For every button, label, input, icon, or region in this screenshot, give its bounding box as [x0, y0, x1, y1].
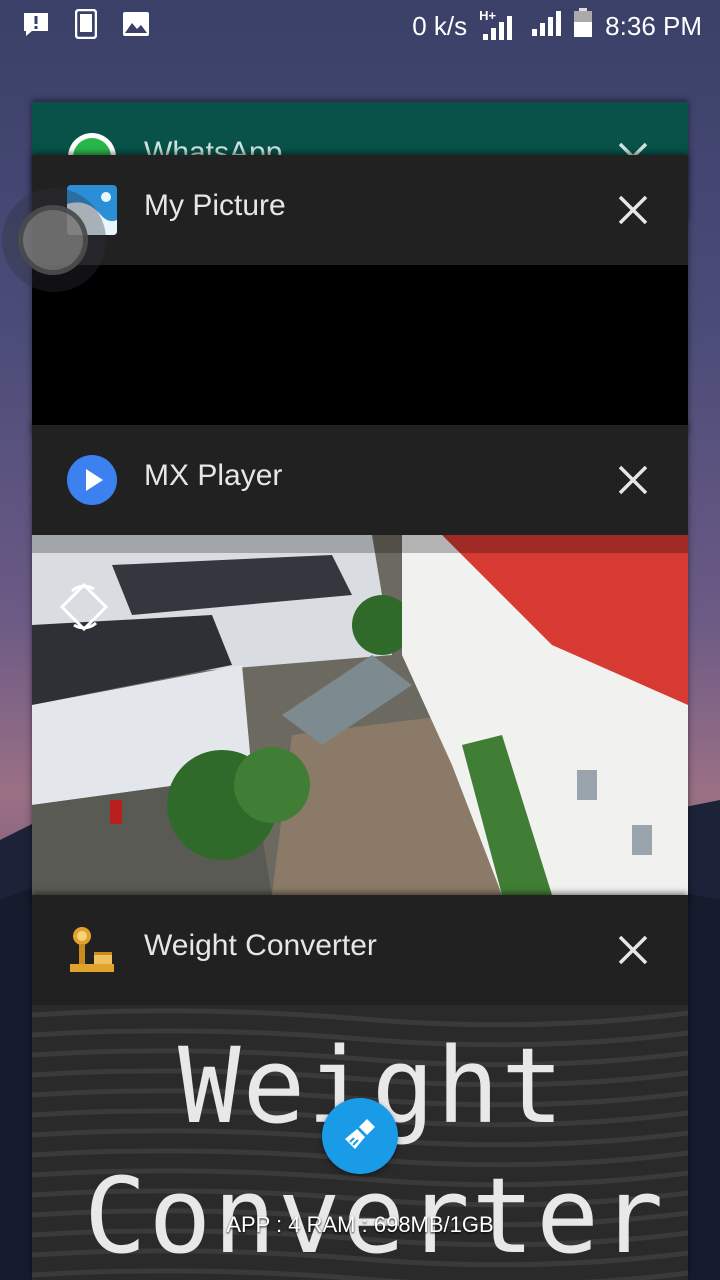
- alert-message-icon: [22, 10, 50, 38]
- aerial-video-frame: [32, 535, 688, 895]
- app-preview: [32, 535, 688, 895]
- card-header: MX Player: [32, 425, 688, 535]
- signal-sim2-icon: [531, 9, 562, 44]
- scale-icon: [66, 924, 118, 976]
- clear-all-button[interactable]: [322, 1098, 398, 1174]
- close-icon[interactable]: [616, 933, 650, 967]
- mx-player-icon: [66, 454, 118, 506]
- memory-usage-text: APP : 4 RAM : 698MB/1GB: [226, 1212, 494, 1237]
- card-title: My Picture: [144, 189, 286, 222]
- signal-sim1-icon: H+: [479, 8, 519, 42]
- recent-card-mx-player[interactable]: MX Player: [32, 425, 688, 905]
- clock: 8:36 PM: [605, 11, 702, 41]
- broom-icon: [341, 1115, 379, 1158]
- card-title: MX Player: [144, 459, 283, 492]
- rotate-screen-icon[interactable]: [58, 581, 110, 638]
- close-icon[interactable]: [616, 193, 650, 227]
- card-header: My Picture: [32, 155, 688, 265]
- battery-icon: [573, 8, 593, 45]
- card-title: Weight Converter: [144, 929, 377, 962]
- assistive-touch-button[interactable]: [18, 205, 88, 275]
- app-preview: [32, 265, 688, 435]
- image-icon: [122, 10, 150, 38]
- net-speed: 0 k/s: [412, 11, 468, 41]
- recent-card-my-picture[interactable]: My Picture: [32, 155, 688, 435]
- close-icon[interactable]: [616, 463, 650, 497]
- card-header: Weight Converter: [32, 895, 688, 1005]
- status-bar: 0 k/s H+ 8:36 PM: [0, 0, 720, 50]
- phone-icon: [72, 9, 100, 39]
